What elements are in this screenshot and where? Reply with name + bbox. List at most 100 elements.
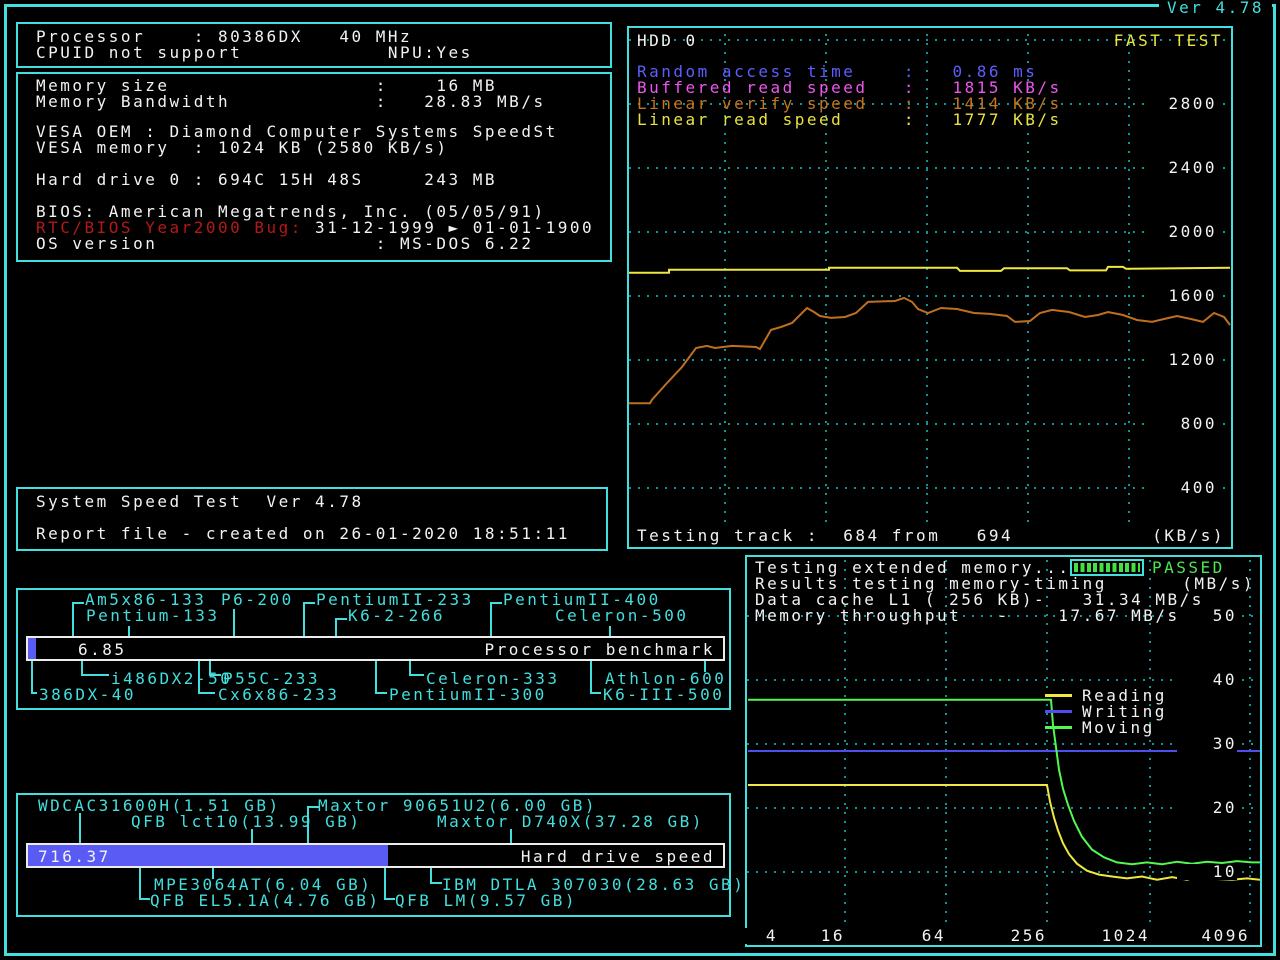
- memory-y-axis-label: 30: [1177, 736, 1237, 752]
- connector-line: [609, 626, 611, 636]
- connector-stub: [31, 692, 37, 694]
- benchmark-ref-label: K6-2-266: [348, 606, 446, 625]
- connector-line: [139, 868, 141, 900]
- benchmark-ref-label: Cx6x86-233: [218, 685, 340, 704]
- connector-stub: [198, 692, 215, 694]
- connector-stub: [139, 898, 150, 900]
- hard-drive-line: Hard drive 0 : 694C 15H 48S 243 MB: [36, 170, 498, 189]
- benchmark-ref-label: Athlon-600: [605, 669, 727, 688]
- connector-line: [384, 868, 386, 900]
- connector-line: [590, 661, 592, 694]
- connector-stub: [209, 674, 221, 676]
- hdd-y-axis-label: 400: [1147, 480, 1217, 496]
- benchmark-ref-label: IBM DTLA 307030(28.63 GB): [442, 875, 746, 894]
- processor-benchmark-box: 6.85 Processor benchmark Am5x86-133 P6-20…: [16, 588, 731, 710]
- benchmark-ref-label: Celeron-500: [555, 606, 689, 625]
- hdd-chart-unit: (KB/s): [1152, 526, 1225, 545]
- connector-stub: [375, 692, 387, 694]
- hdd-stat-line: Linear read speed : 1777 KB/s: [637, 110, 1062, 129]
- connector-line: [212, 868, 214, 879]
- hard-drive-benchmark-value: 716.37: [38, 847, 111, 866]
- connector-line: [198, 661, 200, 694]
- connector-line: [31, 661, 33, 694]
- memory-throughput-line: Memory throughput - 17.67 MB/s: [755, 606, 1180, 625]
- benchmark-ref-label: QFB EL5.1A(4.76 GB): [150, 891, 381, 910]
- benchmark-ref-label: WDCAC31600H(1.51 GB): [38, 796, 281, 815]
- connector-stub: [335, 618, 347, 620]
- memory-x-axis-label: 1024: [1090, 928, 1150, 944]
- hdd-footer: Testing track : 684 from 694 (KB/s): [637, 528, 1225, 544]
- processor-benchmark-value: 6.85: [78, 640, 127, 659]
- memory-y-axis-label: 50: [1177, 608, 1237, 624]
- connector-line: [375, 661, 377, 694]
- hdd-y-axis-label: 1200: [1147, 352, 1217, 368]
- connector-stub: [430, 882, 442, 884]
- memory-y-axis-label: 40: [1177, 672, 1237, 688]
- legend-moving-swatch: [1045, 726, 1072, 729]
- hdd-series-linear-read-speed: [629, 265, 1231, 274]
- fast-test-badge: FAST TEST: [1113, 31, 1223, 50]
- legend-writing-swatch: [1045, 710, 1072, 713]
- hdd-y-axis-label: 800: [1147, 416, 1217, 432]
- benchmark-ref-label: MPE3064AT(6.04 GB): [154, 875, 373, 894]
- hdd-y-axis-label: 2400: [1147, 160, 1217, 176]
- app-title-line: System Speed Test Ver 4.78: [36, 492, 364, 511]
- benchmark-ref-label: Maxtor D740X(37.28 GB): [437, 812, 704, 831]
- connector-line: [510, 829, 512, 843]
- benchmark-ref-label: 386DX-40: [39, 685, 137, 704]
- processor-info-box: Processor : 80386DX 40 MHz CPUID not sup…: [16, 22, 612, 68]
- benchmark-ref-label: PentiumII-300: [389, 685, 547, 704]
- benchmark-ref-label: Maxtor 90651U2(6.00 GB): [318, 796, 598, 815]
- processor-benchmark-title: Processor benchmark: [484, 640, 715, 659]
- connector-line: [79, 813, 81, 843]
- connector-stub: [590, 692, 601, 694]
- connector-line: [704, 661, 706, 672]
- report-box: System Speed Test Ver 4.78 Report file -…: [16, 487, 608, 551]
- hard-drive-benchmark-box: 716.37 Hard drive speed WDCAC31600H(1.51…: [16, 793, 743, 917]
- connector-line: [72, 602, 74, 636]
- memory-series-moving: [748, 698, 1260, 866]
- hdd-chart-title: HDD 0: [637, 31, 698, 50]
- memory-y-axis-label: 10: [1177, 864, 1237, 880]
- hdd-y-axis-label: 2800: [1147, 96, 1217, 112]
- memory-x-axis-label: 4096: [1190, 928, 1250, 944]
- memory-x-axis-label: 4: [718, 928, 778, 944]
- speedsys-screen: Ver 4.78 Processor : 80386DX 40 MHz CPUI…: [0, 0, 1280, 960]
- connector-line: [307, 806, 309, 843]
- hdd-y-axis-label: 1600: [1147, 288, 1217, 304]
- benchmark-ref-label: P6-200: [221, 590, 294, 609]
- memory-timing-chart: Testing extended memory... PASSED Result…: [718, 555, 1262, 947]
- connector-stub: [307, 806, 319, 808]
- connector-line: [490, 602, 492, 636]
- processor-benchmark-bar: 6.85 Processor benchmark: [26, 636, 725, 661]
- memory-x-axis-label: 16: [785, 928, 845, 944]
- memory-y-axis-label: 20: [1177, 800, 1237, 816]
- benchmark-ref-label: QFB lct10(13.99 GB): [131, 812, 362, 831]
- benchmark-ref-label: K6-III-500: [603, 685, 725, 704]
- connector-line: [251, 829, 253, 843]
- vesa-memory-line: VESA memory : 1024 KB (2580 KB/s): [36, 138, 449, 157]
- benchmark-ref-label: QFB LM(9.57 GB): [395, 891, 577, 910]
- benchmark-ref-label: Pentium-133: [86, 606, 220, 625]
- hard-drive-benchmark-title: Hard drive speed: [520, 847, 715, 866]
- os-version-line: OS version : MS-DOS 6.22: [36, 234, 534, 253]
- benchmark-ref-label: P55C-233: [223, 669, 321, 688]
- connector-line: [335, 618, 337, 636]
- connector-stub: [409, 674, 424, 676]
- benchmark-ref-label: Celeron-333: [426, 669, 560, 688]
- connector-stub: [490, 602, 502, 604]
- benchmark-ref-label: Am5x86-133: [85, 590, 207, 609]
- connector-stub: [72, 602, 84, 604]
- connector-line: [128, 626, 130, 636]
- hdd-y-axis-label: 2000: [1147, 224, 1217, 240]
- connector-stub: [303, 602, 315, 604]
- version-label: Ver 4.78: [1158, 0, 1272, 16]
- hdd-series-linear-verify-speed: [629, 296, 1231, 405]
- processor-benchmark-bar-fill: [28, 638, 36, 659]
- connector-line: [303, 602, 305, 636]
- legend-moving-label: Moving: [1082, 718, 1155, 737]
- connector-line: [233, 609, 235, 636]
- memory-test-progress-fill: [1074, 563, 1140, 572]
- connector-stub: [81, 674, 109, 676]
- benchmark-ref-label: PentiumII-400: [503, 590, 661, 609]
